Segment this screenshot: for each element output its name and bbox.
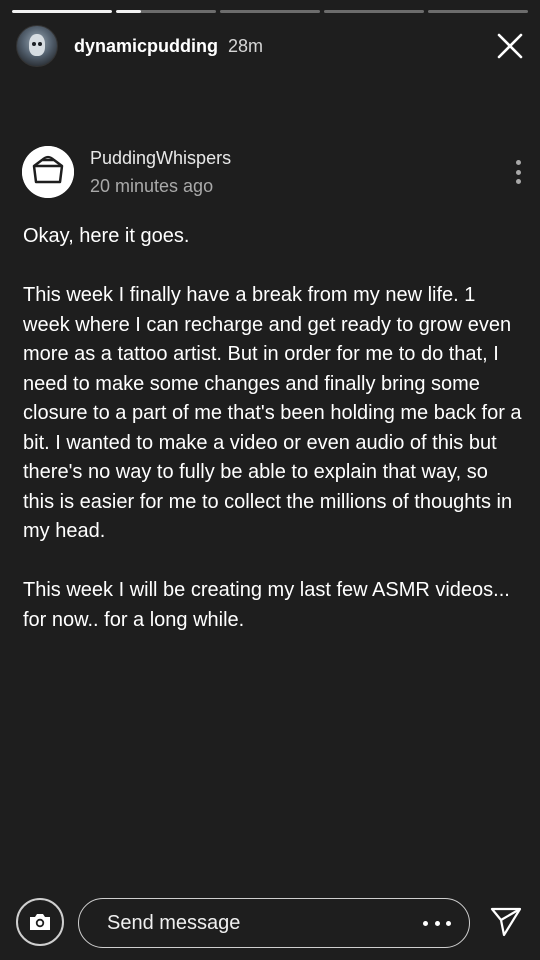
more-options-button[interactable] bbox=[512, 160, 524, 184]
camera-icon bbox=[30, 914, 50, 930]
close-button[interactable] bbox=[496, 32, 524, 60]
post-header: PuddingWhispers 20 minutes ago bbox=[22, 146, 524, 200]
story-progress bbox=[12, 10, 528, 13]
send-message-input[interactable] bbox=[105, 910, 423, 936]
post-avatar bbox=[22, 146, 74, 198]
send-icon bbox=[490, 907, 522, 937]
post-timestamp: 20 minutes ago bbox=[90, 176, 214, 196]
camera-button[interactable] bbox=[16, 898, 64, 946]
post-paragraph: Okay, here it goes. bbox=[23, 225, 190, 247]
vertical-dots-icon bbox=[515, 179, 521, 184]
avatar-eye bbox=[32, 42, 36, 46]
message-field[interactable] bbox=[78, 898, 470, 948]
progress-segment bbox=[12, 10, 112, 13]
post-author[interactable]: PuddingWhispers bbox=[90, 148, 231, 169]
horizontal-dots-icon bbox=[434, 920, 440, 926]
pudding-logo-icon bbox=[22, 146, 74, 198]
vertical-dots-icon bbox=[515, 169, 521, 175]
horizontal-dots-icon bbox=[446, 920, 451, 926]
progress-segment bbox=[220, 10, 320, 13]
more-button[interactable] bbox=[423, 918, 451, 928]
reply-bar bbox=[16, 898, 524, 950]
close-icon bbox=[497, 33, 523, 59]
send-button[interactable] bbox=[488, 904, 524, 940]
horizontal-dots-icon bbox=[423, 920, 428, 926]
vertical-dots-icon bbox=[515, 160, 521, 165]
story-header: dynamicpudding 28m bbox=[16, 24, 528, 68]
story-username[interactable]: dynamicpudding bbox=[74, 36, 218, 57]
post-paragraph: This week I will be creating my last few… bbox=[23, 579, 510, 631]
progress-segment bbox=[324, 10, 424, 13]
post-paragraph: This week I finally have a break from my… bbox=[23, 284, 522, 542]
avatar-eye bbox=[38, 42, 42, 46]
post-body: Okay, here it goes. This week I finally … bbox=[23, 222, 523, 665]
progress-segment bbox=[428, 10, 528, 13]
story-time: 28m bbox=[228, 35, 264, 56]
avatar[interactable] bbox=[16, 25, 58, 67]
progress-segment bbox=[116, 10, 216, 13]
